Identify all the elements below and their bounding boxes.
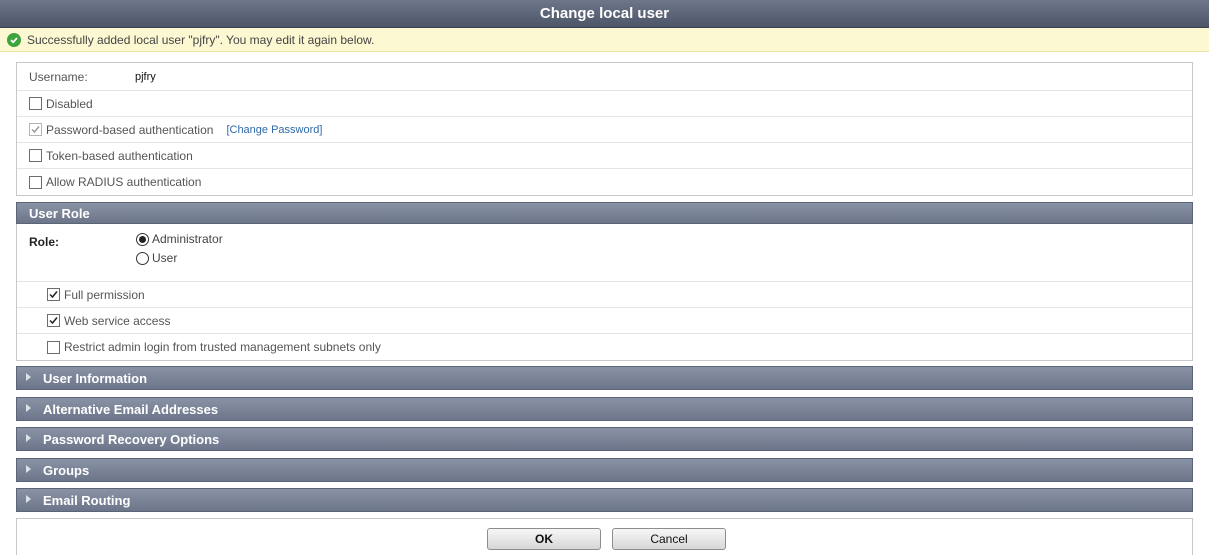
web-service-row: Web service access: [17, 308, 1192, 334]
radius-auth-label: Allow RADIUS authentication: [46, 175, 202, 189]
role-option-user[interactable]: User: [136, 251, 177, 265]
expand-triangle-icon: [25, 494, 35, 506]
section-alternative-email[interactable]: Alternative Email Addresses: [16, 397, 1193, 421]
web-service-label: Web service access: [64, 313, 171, 328]
change-password-link[interactable]: [Change Password]: [226, 124, 322, 136]
cancel-button[interactable]: Cancel: [612, 528, 726, 550]
section-groups[interactable]: Groups: [16, 458, 1193, 482]
full-permission-row: Full permission: [17, 282, 1192, 308]
username-value: pjfry: [135, 70, 156, 83]
notice-message: Successfully added local user "pjfry". Y…: [27, 32, 375, 47]
expand-triangle-icon: [25, 464, 35, 476]
token-auth-checkbox[interactable]: [29, 149, 42, 162]
expand-triangle-icon: [25, 433, 35, 445]
section-user-information[interactable]: User Information: [16, 366, 1193, 390]
administrator-label: Administrator: [152, 232, 223, 246]
section-email-routing[interactable]: Email Routing: [16, 488, 1193, 512]
check-circle-icon: [7, 32, 21, 47]
token-auth-row: Token-based authentication: [17, 143, 1192, 169]
section-email-routing-label: Email Routing: [43, 492, 131, 508]
dialog-title: Change local user: [0, 0, 1209, 28]
role-label: Role:: [29, 235, 59, 249]
username-label: Username:: [29, 69, 88, 84]
section-alternative-email-label: Alternative Email Addresses: [43, 401, 219, 417]
restrict-login-label: Restrict admin login from trusted manage…: [64, 340, 381, 354]
button-bar: OK Cancel: [16, 518, 1193, 555]
section-password-recovery-label: Password Recovery Options: [43, 431, 220, 447]
user-role-panel: Role: Administrator User Full permission…: [16, 224, 1193, 361]
administrator-radio[interactable]: [136, 232, 149, 246]
user-role-header[interactable]: User Role: [16, 202, 1193, 224]
account-panel: Username: pjfry Disabled Password-based …: [16, 62, 1193, 196]
section-password-recovery[interactable]: Password Recovery Options: [16, 427, 1193, 451]
radius-auth-checkbox[interactable]: [29, 175, 42, 189]
user-role-header-label: User Role: [29, 205, 90, 221]
role-option-administrator[interactable]: Administrator: [136, 232, 223, 246]
radius-auth-row: Allow RADIUS authentication: [17, 169, 1192, 195]
password-auth-label: Password-based authentication: [46, 122, 214, 137]
ok-button[interactable]: OK: [487, 528, 601, 550]
password-auth-checkbox[interactable]: [29, 123, 42, 136]
full-permission-label: Full permission: [64, 287, 145, 302]
expand-triangle-icon: [25, 403, 35, 415]
disabled-row: Disabled: [17, 91, 1192, 117]
token-auth-label: Token-based authentication: [46, 148, 193, 163]
restrict-login-checkbox[interactable]: [47, 340, 60, 354]
restrict-login-row: Restrict admin login from trusted manage…: [17, 334, 1192, 360]
disabled-checkbox[interactable]: [29, 97, 42, 110]
web-service-checkbox[interactable]: [47, 314, 60, 327]
expand-triangle-icon: [25, 372, 35, 384]
password-auth-row: Password-based authentication [Change Pa…: [17, 117, 1192, 143]
disabled-label: Disabled: [46, 96, 93, 111]
section-user-information-label: User Information: [43, 370, 148, 386]
full-permission-checkbox[interactable]: [47, 288, 60, 301]
user-radio[interactable]: [136, 251, 149, 265]
role-row: Role: Administrator User: [17, 224, 1192, 282]
section-groups-label: Groups: [43, 462, 90, 478]
username-row: Username: pjfry: [17, 63, 1192, 91]
user-label: User: [152, 251, 178, 265]
success-notice: Successfully added local user "pjfry". Y…: [0, 28, 1209, 52]
